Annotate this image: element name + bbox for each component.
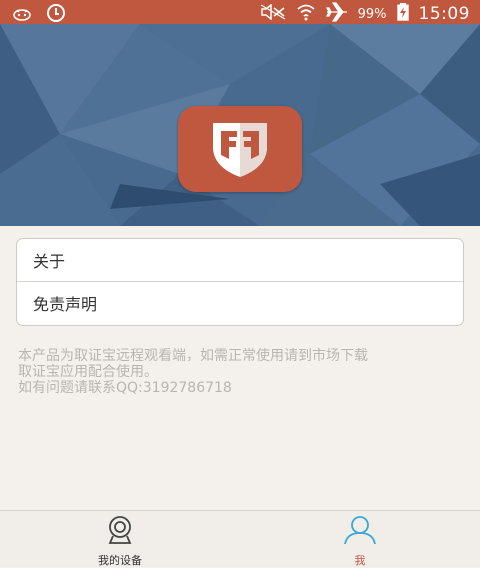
menu-item-disclaimer[interactable]: 免责声明 (17, 282, 463, 324)
status-bar-right: 99% 15:09 (260, 2, 470, 26)
shield-logo-icon (213, 123, 267, 177)
app-info-text: 本产品为取证宝远程观看端，如需正常使用请到市场下载 取证宝应用配合使用。 如有问… (18, 348, 468, 396)
battery-charging-icon (396, 3, 409, 25)
battery-percent: 99% (357, 6, 387, 22)
settings-menu: 关于 免责声明 (16, 238, 464, 326)
mute-icon (260, 3, 286, 24)
app-logo (178, 106, 302, 192)
info-line-2: 取证宝应用配合使用。 (18, 364, 158, 380)
menu-item-about[interactable]: 关于 (17, 239, 463, 281)
person-icon (343, 515, 377, 549)
bottom-tab-bar: 我的设备 我 (0, 510, 480, 567)
status-bar: 99% 15:09 (0, 0, 480, 24)
profile-banner (0, 24, 480, 226)
webcam-icon (104, 515, 136, 549)
tab-my-devices[interactable]: 我的设备 (0, 511, 240, 567)
info-line-3: 如有问题请联系QQ:3192786718 (18, 380, 232, 396)
wifi-icon (296, 3, 316, 25)
airplane-mode-icon (325, 2, 348, 26)
tab-me[interactable]: 我 (240, 511, 480, 567)
info-line-1: 本产品为取证宝远程观看端，如需正常使用请到市场下载 (18, 348, 368, 364)
notification-icon (12, 6, 32, 25)
status-time: 15:09 (418, 4, 470, 24)
